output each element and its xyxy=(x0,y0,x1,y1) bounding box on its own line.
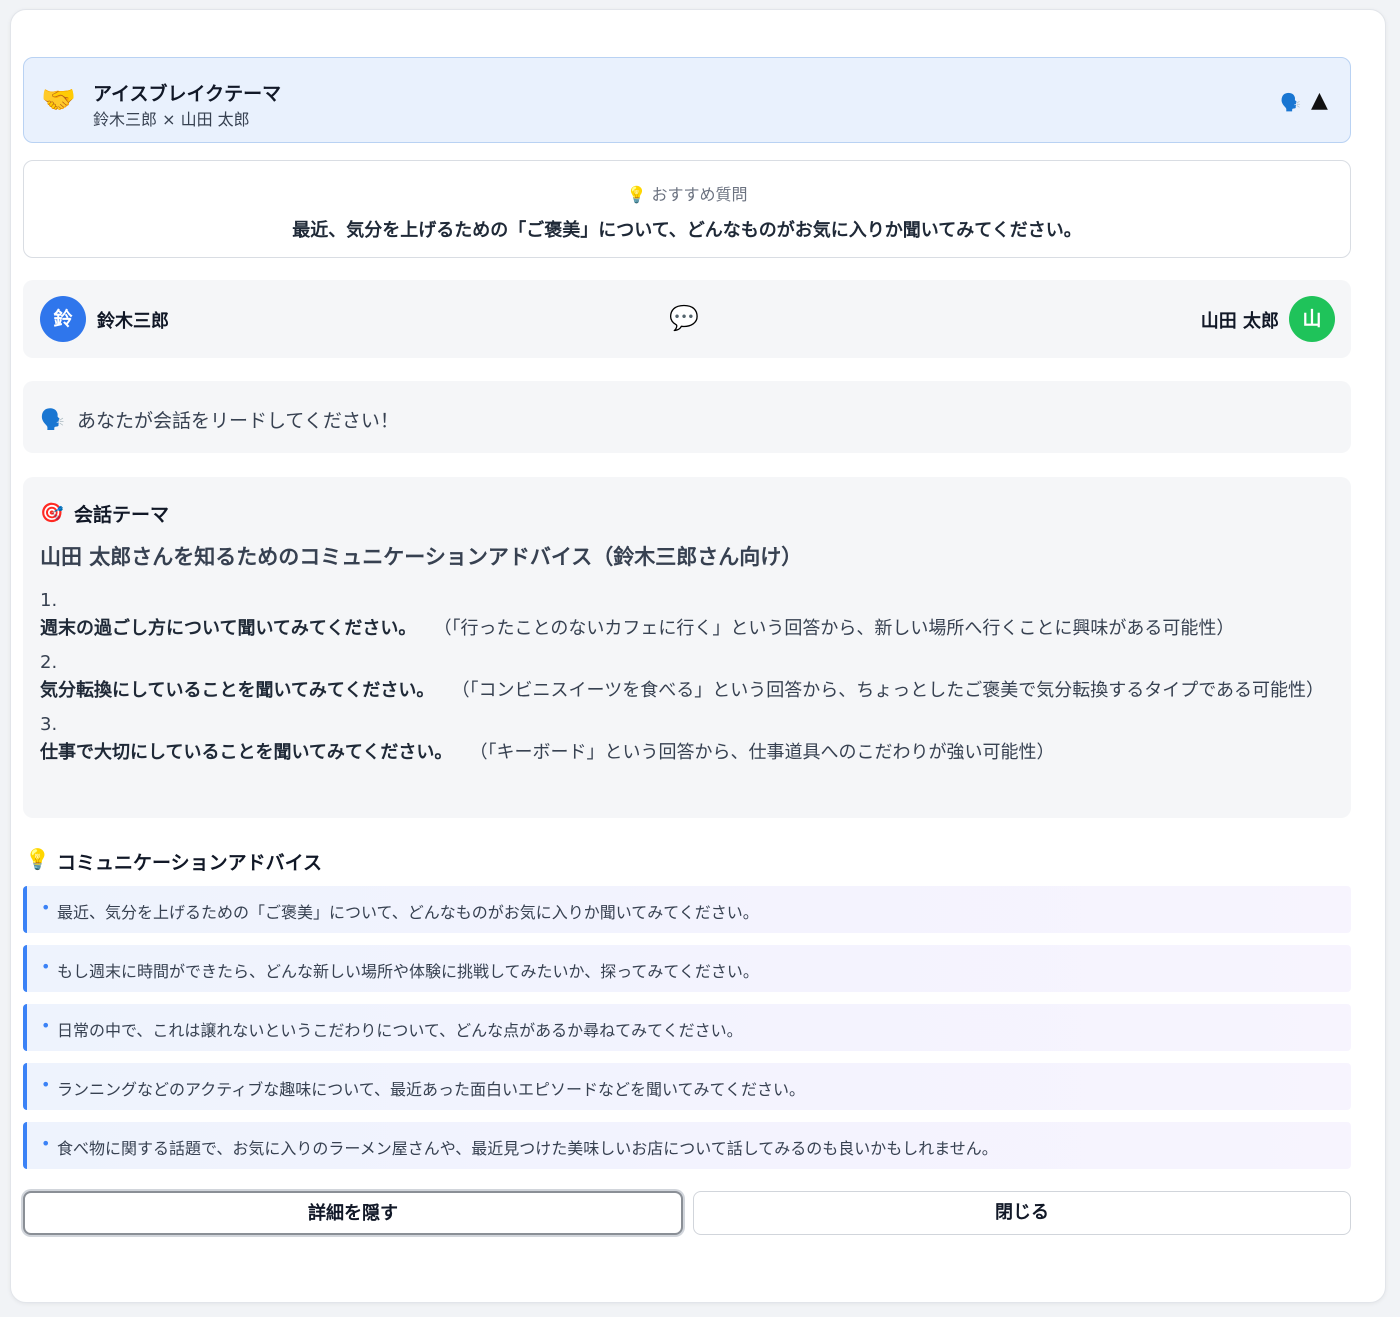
participant-right-name: 山田 太郎 xyxy=(1200,311,1279,332)
lightbulb-icon: 💡 xyxy=(25,847,50,871)
advice-text: もし週末に時間ができたら、どんな新しい場所や体験に挑戦してみたいか、探ってみてく… xyxy=(57,962,759,981)
advice-heading: コミュニケーションアドバイス xyxy=(57,852,323,874)
target-icon: 🎯 xyxy=(40,502,64,524)
participant-left-name: 鈴木三郎 xyxy=(97,311,169,332)
theme-list: 1. 週末の過ごし方について聞いてみてください。 （「行ったことのないカフェに行… xyxy=(40,587,1336,773)
bullet-icon: • xyxy=(41,1075,51,1094)
advice-text: 最近、気分を上げるための「ご褒美」について、どんなものがお気に入りか聞いてみてく… xyxy=(57,903,759,922)
header-title: アイスブレイクテーマ xyxy=(93,83,282,105)
advice-text: ランニングなどのアクティブな趣味について、最近あった面白いエピソードなどを聞いて… xyxy=(57,1080,806,1099)
theme-item: 3. 仕事で大切にしていることを聞いてみてください。 （「キーボード」という回答… xyxy=(40,711,1336,767)
lead-text: あなたが会話をリードしてください！ xyxy=(77,410,399,432)
recommended-question: 💡 おすすめ質問 最近、気分を上げるための「ご褒美」について、どんなものがお気に… xyxy=(23,160,1351,258)
bullet-icon: • xyxy=(41,957,51,976)
theme-item-note: （「行ったことのないカフェに行く」という回答から、新しい場所へ行くことに興味があ… xyxy=(433,618,1235,639)
advice-item: • ランニングなどのアクティブな趣味について、最近あった面白いエピソードなどを聞… xyxy=(23,1063,1351,1110)
conversation-theme: 🎯 会話テーマ 山田 太郎さんを知るためのコミュニケーションアドバイス（鈴木三郎… xyxy=(23,477,1351,818)
advice-item: • 日常の中で、これは譲れないというこだわりについて、どんな点があるか尋ねてみて… xyxy=(23,1004,1351,1051)
theme-item: 2. 気分転換にしていることを聞いてみてください。 （「コンビニスイーツを食べる… xyxy=(40,649,1336,705)
recommended-label: 💡 おすすめ質問 xyxy=(626,185,748,204)
bullet-icon: • xyxy=(41,1134,51,1153)
advice-text: 日常の中で、これは譲れないというこだわりについて、どんな点があるか尋ねてみてくだ… xyxy=(57,1021,743,1040)
bullet-icon: • xyxy=(41,1016,51,1035)
header-subtitle: 鈴木三郎 × 山田 太郎 xyxy=(93,110,250,129)
theme-item-question: 気分転換にしていることを聞いてみてください。 xyxy=(40,680,435,701)
advice-item: • 最近、気分を上げるための「ご褒美」について、どんなものがお気に入りか聞いてみ… xyxy=(23,886,1351,933)
theme-item-question: 週末の過ごし方について聞いてみてください。 xyxy=(40,618,417,639)
lead-notice: 🗣️ あなたが会話をリードしてください！ xyxy=(23,381,1351,453)
theme-item-note: （「コンビニスイーツを食べる」という回答から、ちょっとしたご褒美で気分転換するタ… xyxy=(451,680,1325,701)
theme-heading: 会話テーマ xyxy=(74,504,170,526)
participants-bar: 鈴 鈴木三郎 💬 山田 太郎 山 xyxy=(23,280,1351,358)
speech-bubble-icon: 💬 xyxy=(669,304,699,332)
advice-item: • もし週末に時間ができたら、どんな新しい場所や体験に挑戦してみたいか、探ってみ… xyxy=(23,945,1351,992)
recommended-question-text: 最近、気分を上げるための「ご褒美」について、どんなものがお気に入りか聞いてみてく… xyxy=(292,220,1082,241)
theme-item-number: 2. xyxy=(40,652,58,673)
theme-item-question: 仕事で大切にしていることを聞いてみてください。 xyxy=(40,742,453,763)
avatar-right: 山 xyxy=(1289,296,1335,342)
close-button[interactable]: 閉じる xyxy=(693,1191,1351,1235)
bullet-icon: • xyxy=(41,898,51,917)
speaking-head-icon[interactable]: 🗣️ xyxy=(1280,93,1301,113)
theme-item: 1. 週末の過ごし方について聞いてみてください。 （「行ったことのないカフェに行… xyxy=(40,587,1336,643)
collapse-toggle-icon[interactable]: ▲ xyxy=(1311,88,1328,113)
theme-header[interactable]: 🤝 アイスブレイクテーマ 鈴木三郎 × 山田 太郎 🗣️ ▲ xyxy=(23,57,1351,143)
avatar-left: 鈴 xyxy=(40,296,86,342)
theme-item-note: （「キーボード」という回答から、仕事道具へのこだわりが強い可能性） xyxy=(469,742,1055,763)
theme-title: 山田 太郎さんを知るためのコミュニケーションアドバイス（鈴木三郎さん向け） xyxy=(40,545,803,569)
advice-item: • 食べ物に関する話題で、お気に入りのラーメン屋さんや、最近見つけた美味しいお店… xyxy=(23,1122,1351,1169)
speaking-head-icon: 🗣️ xyxy=(40,407,65,431)
hide-details-button[interactable]: 詳細を隠す xyxy=(23,1191,683,1235)
theme-item-number: 3. xyxy=(40,714,58,735)
advice-text: 食べ物に関する話題で、お気に入りのラーメン屋さんや、最近見つけた美味しいお店につ… xyxy=(57,1139,998,1158)
theme-item-number: 1. xyxy=(40,590,58,611)
handshake-icon: 🤝 xyxy=(41,83,76,116)
